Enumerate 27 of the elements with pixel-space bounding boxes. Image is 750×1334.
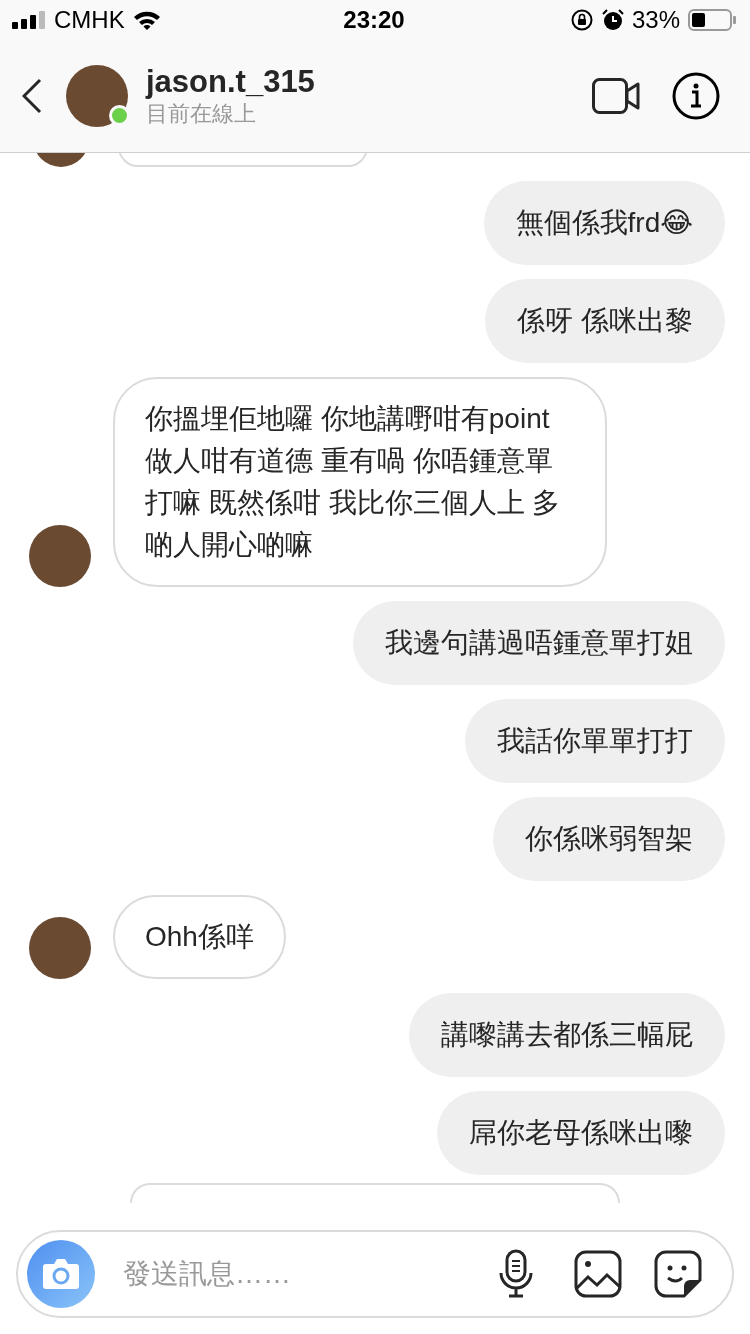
sent-message-bubble: 屌你老母係咪出嚟 xyxy=(437,1091,725,1175)
sent-message-bubble: 無個係我frd😂 xyxy=(483,181,725,265)
microphone-icon[interactable] xyxy=(498,1249,534,1299)
carrier-name: CMHK xyxy=(54,6,125,34)
info-icon[interactable] xyxy=(672,72,720,120)
wifi-icon xyxy=(132,10,161,30)
sent-message-bubble: 你係咪弱智架 xyxy=(493,797,725,881)
clock-time: 23:20 xyxy=(343,6,405,34)
camera-button[interactable] xyxy=(27,1240,95,1308)
camera-icon xyxy=(42,1258,80,1290)
sent-message-bubble: 我邊句講過唔鍾意單打姐 xyxy=(353,601,725,685)
sent-message-bubble: 我話你單單打打 xyxy=(465,699,725,783)
rotation-lock-icon xyxy=(569,8,594,32)
battery-percent: 33% xyxy=(631,6,680,34)
received-message-bubble: 你搵埋佢地囉 你地講嘢咁有point做人咁有道德 重有喎 你唔鍾意單打嘛 既然係咁 我比你三個人上 多啲人開心啲嘛 xyxy=(113,377,607,587)
sent-message-bubble: 係呀 係咪出黎 xyxy=(485,279,725,363)
signal-icon xyxy=(12,11,46,29)
received-message-bubble: Ohh係咩 xyxy=(113,895,286,979)
sticker-icon[interactable] xyxy=(654,1250,702,1298)
battery-icon xyxy=(688,9,736,31)
online-status: 目前在線上 xyxy=(146,100,257,128)
image-icon[interactable] xyxy=(574,1250,622,1298)
video-camera-icon[interactable] xyxy=(592,78,640,114)
back-icon[interactable] xyxy=(22,78,42,114)
alarm-icon xyxy=(601,9,624,31)
username: jason.t_315 xyxy=(146,64,316,100)
sent-message-bubble: 講嚟講去都係三幅屁 xyxy=(409,993,725,1077)
